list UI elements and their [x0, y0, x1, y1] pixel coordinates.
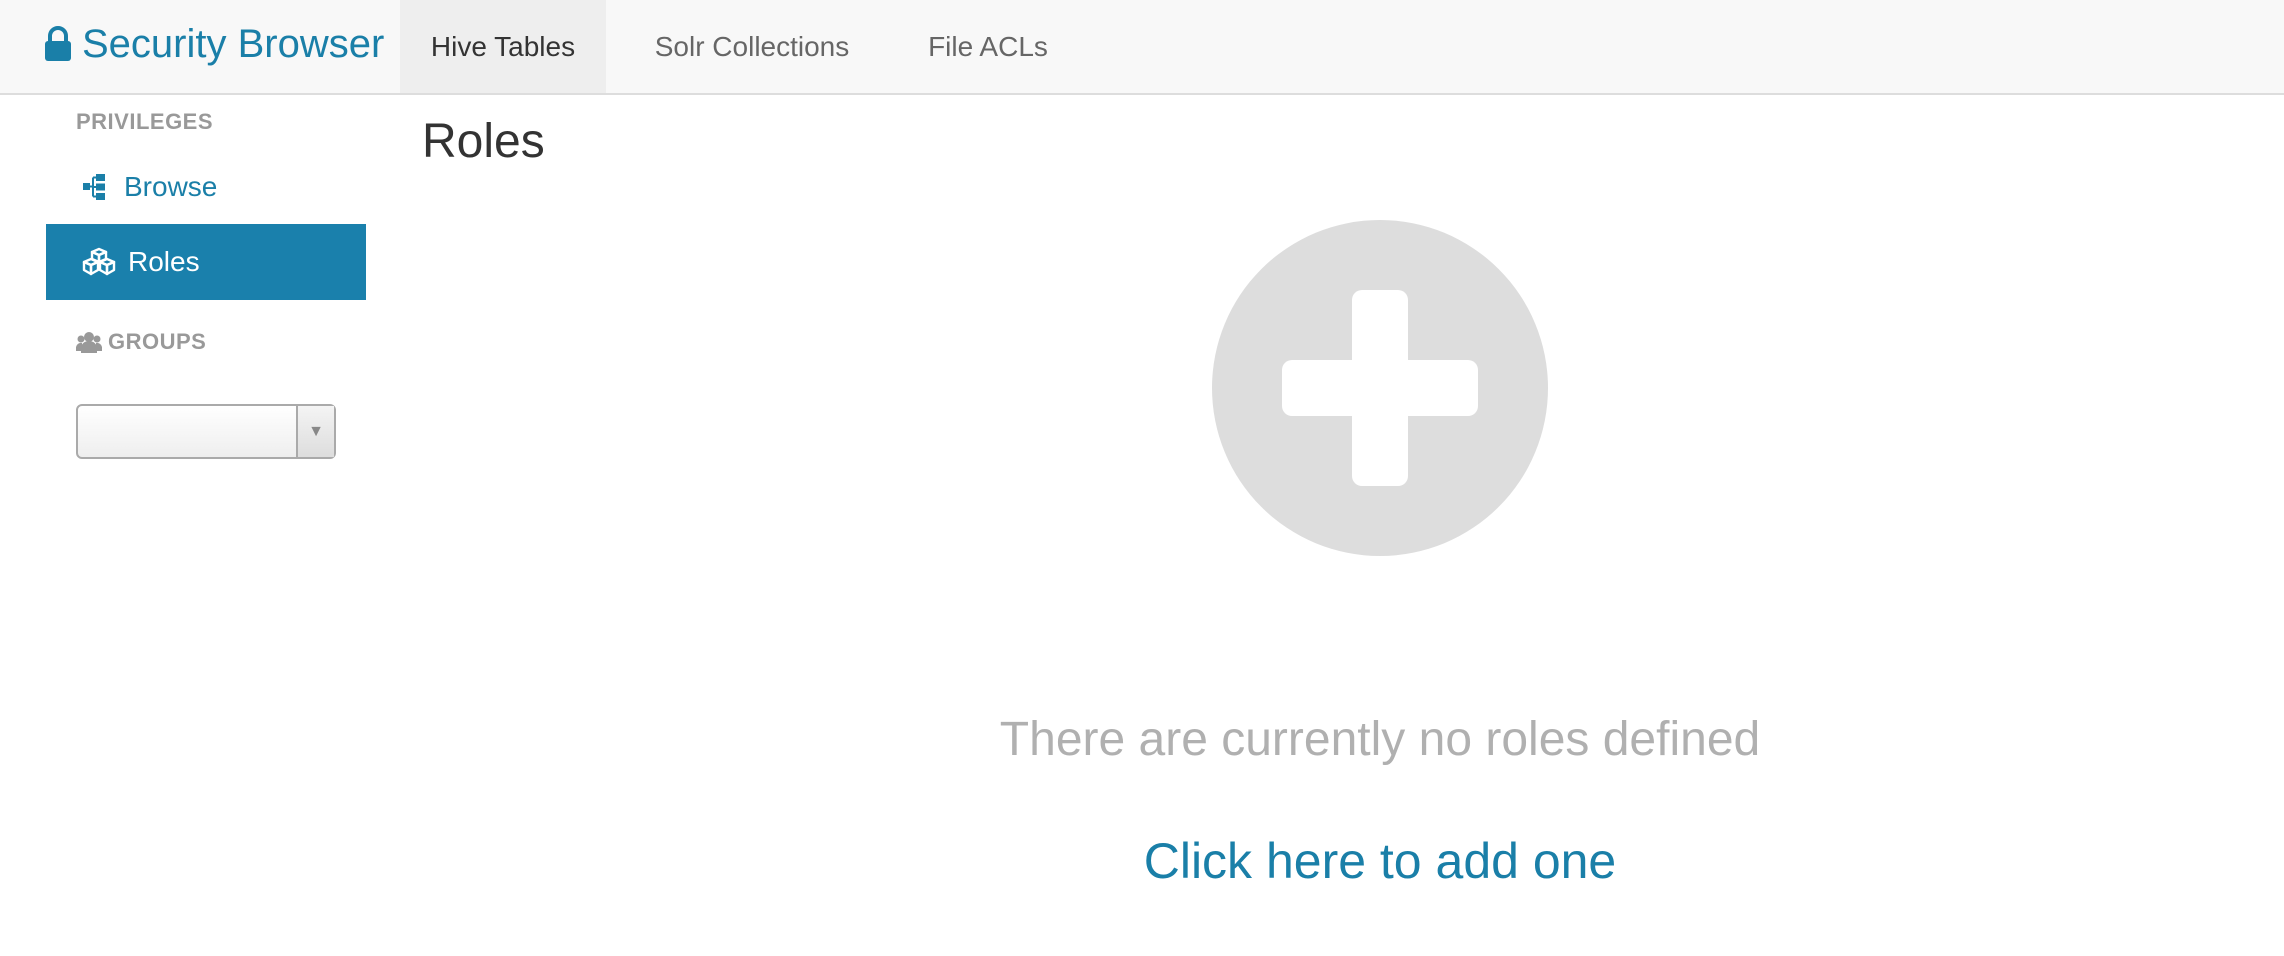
tab-hive-tables[interactable]: Hive Tables [400, 0, 606, 93]
tab-solr-collections-label: Solr Collections [654, 30, 850, 62]
groups-header: GROUPS [76, 329, 206, 355]
sidebar-item-browse[interactable]: Browse [46, 149, 366, 225]
top-navbar: Security Browser Hive Tables Solr Collec… [0, 0, 2284, 95]
groups-select[interactable]: ▼ [76, 404, 336, 459]
sidebar-item-roles-label: Roles [128, 246, 200, 277]
cubes-icon [82, 247, 116, 276]
tab-hive-tables-label: Hive Tables [430, 30, 576, 62]
sidebar-item-roles[interactable]: Roles [46, 224, 366, 300]
tab-file-acls-label: File ACLs [928, 30, 1048, 62]
brand-title: Security Browser [82, 21, 385, 66]
dropdown-arrow-icon[interactable]: ▼ [296, 406, 334, 457]
lock-icon [45, 26, 71, 61]
sidebar-item-browse-label: Browse [124, 171, 218, 202]
privileges-header-label: PRIVILEGES [76, 109, 214, 134]
privileges-header: PRIVILEGES [76, 109, 213, 135]
sitemap-icon [83, 174, 105, 200]
tab-solr-collections[interactable]: Solr Collections [606, 0, 898, 93]
tab-file-acls[interactable]: File ACLs [898, 0, 1078, 93]
empty-state-message: There are currently no roles defined [999, 713, 1761, 766]
groups-header-label: GROUPS [108, 329, 207, 354]
page-title: Roles [422, 115, 545, 168]
users-icon [76, 332, 102, 353]
add-role-plus-icon[interactable] [1212, 220, 1548, 556]
brand-link[interactable]: Security Browser [44, 16, 384, 72]
add-role-link[interactable]: Click here to add one [880, 832, 1880, 890]
